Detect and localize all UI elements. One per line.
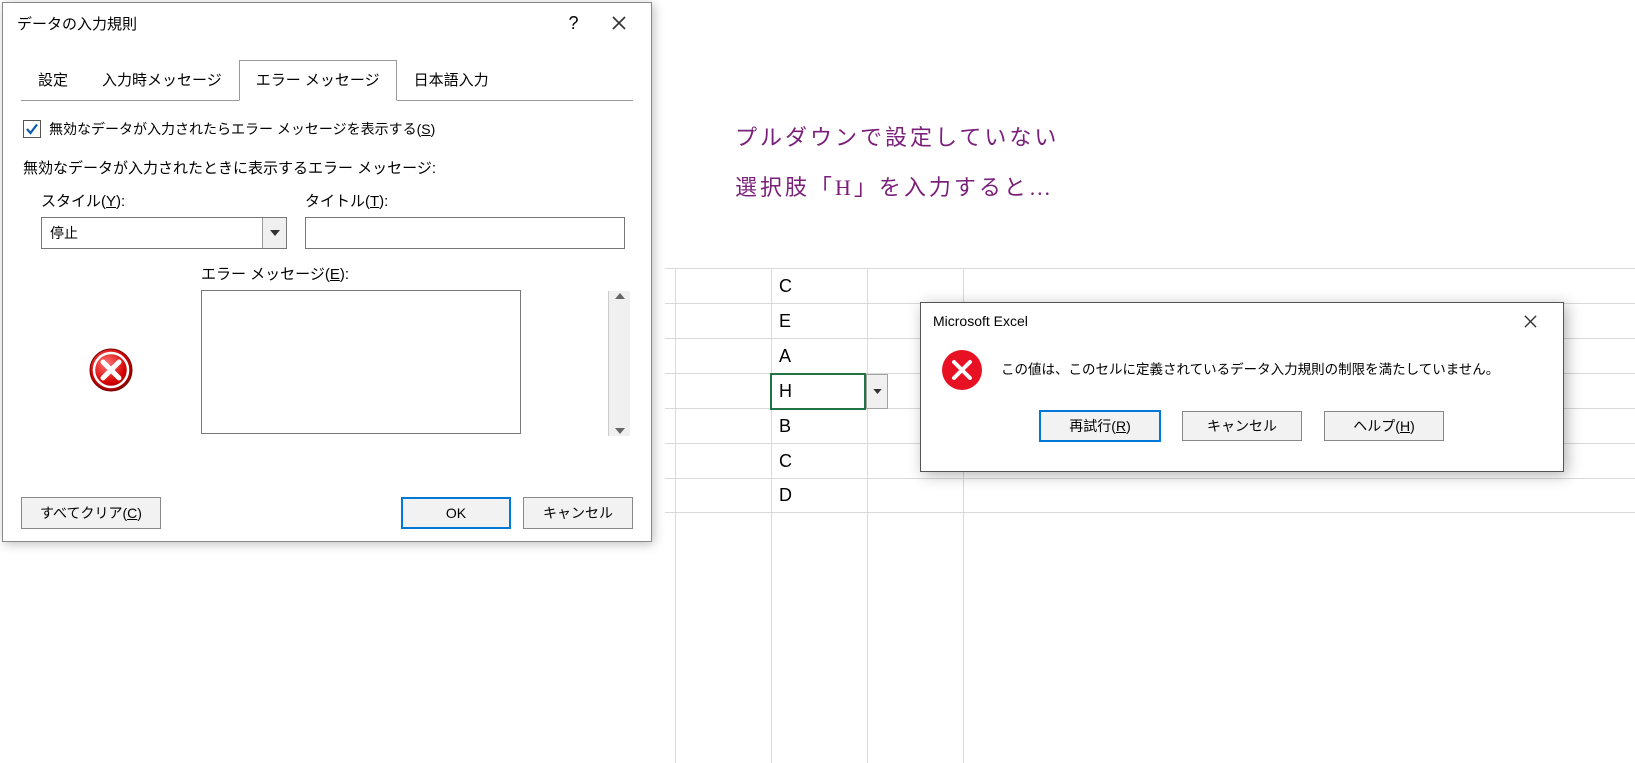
section-label: 無効なデータが入力されたときに表示するエラー メッセージ: — [23, 157, 631, 178]
stop-icon — [88, 347, 134, 393]
close-icon — [1524, 315, 1537, 328]
error-cancel-button[interactable]: キャンセル — [1182, 411, 1302, 441]
show-error-checkbox-row: 無効なデータが入力されたらエラー メッセージを表示する(S) — [23, 119, 631, 139]
data-validation-dialog: データの入力規則 ? 設定 入力時メッセージ エラー メッセージ 日本語入力 無… — [2, 2, 652, 542]
help-icon: ? — [568, 13, 578, 34]
dialog-title: データの入力規則 — [17, 13, 137, 34]
error-dialog: Microsoft Excel この値は、このセルに定義されているデータ入力規則… — [920, 302, 1564, 472]
cell-dropdown-button[interactable] — [866, 374, 888, 409]
ok-button[interactable]: OK — [401, 497, 511, 529]
worksheet-area: プルダウンで設定していない 選択肢「H」を入力すると… C E A B C D … — [665, 0, 1635, 571]
clear-all-button[interactable]: すべてクリア(C) — [21, 497, 161, 529]
error-message-label: エラー メッセージ(E): — [201, 263, 631, 284]
chevron-down-icon — [873, 389, 882, 394]
error-titlebar: Microsoft Excel — [921, 303, 1563, 339]
error-circle-icon — [941, 349, 983, 391]
textarea-scrollbar[interactable] — [608, 291, 630, 436]
error-message-text: この値は、このセルに定義されているデータ入力規則の制限を満たしていません。 — [1001, 359, 1499, 381]
cell[interactable]: A — [771, 346, 867, 367]
style-value: 停止 — [42, 223, 262, 243]
style-select[interactable]: 停止 — [41, 217, 287, 249]
close-button[interactable] — [596, 9, 641, 37]
title-label: タイトル(T): — [305, 190, 625, 211]
title-input[interactable] — [305, 217, 625, 249]
cell[interactable]: E — [771, 311, 867, 332]
dialog-tabs: 設定 入力時メッセージ エラー メッセージ 日本語入力 — [3, 43, 651, 100]
show-error-checkbox[interactable] — [23, 120, 41, 138]
tab-ime[interactable]: 日本語入力 — [397, 60, 506, 101]
active-cell[interactable]: H — [770, 373, 866, 410]
error-close-button[interactable] — [1508, 307, 1553, 335]
cell[interactable]: B — [771, 416, 867, 437]
cell[interactable]: C — [771, 451, 867, 472]
error-help-button[interactable]: ヘルプ(H) — [1324, 411, 1444, 441]
style-preview-icon-area — [41, 263, 181, 437]
help-button[interactable]: ? — [551, 9, 596, 37]
close-icon — [612, 16, 626, 30]
tab-error-message[interactable]: エラー メッセージ — [239, 60, 397, 101]
annotation-line-1: プルダウンで設定していない — [735, 120, 1059, 152]
show-error-label: 無効なデータが入力されたらエラー メッセージを表示する(S) — [49, 119, 435, 139]
style-dropdown-button[interactable] — [262, 218, 286, 248]
scroll-down-icon — [615, 428, 625, 434]
error-button-row: 再試行(R) キャンセル ヘルプ(H) — [921, 397, 1563, 441]
error-dialog-title: Microsoft Excel — [933, 313, 1028, 329]
dialog-titlebar: データの入力規則 ? — [3, 3, 651, 43]
cancel-button[interactable]: キャンセル — [523, 497, 633, 529]
dialog-footer: すべてクリア(C) OK キャンセル — [3, 485, 651, 541]
cell[interactable]: D — [771, 485, 867, 506]
chevron-down-icon — [270, 230, 280, 236]
scroll-up-icon — [615, 293, 625, 299]
tab-input-message[interactable]: 入力時メッセージ — [85, 60, 239, 101]
annotation-line-2: 選択肢「H」を入力すると… — [735, 170, 1054, 202]
retry-button[interactable]: 再試行(R) — [1040, 411, 1160, 441]
check-icon — [25, 122, 39, 136]
error-message-textarea[interactable] — [201, 290, 521, 434]
tab-settings[interactable]: 設定 — [21, 60, 85, 101]
style-label: スタイル(Y): — [41, 190, 287, 211]
cell[interactable]: C — [771, 276, 867, 297]
dialog-body: 無効なデータが入力されたらエラー メッセージを表示する(S) 無効なデータが入力… — [3, 101, 651, 437]
